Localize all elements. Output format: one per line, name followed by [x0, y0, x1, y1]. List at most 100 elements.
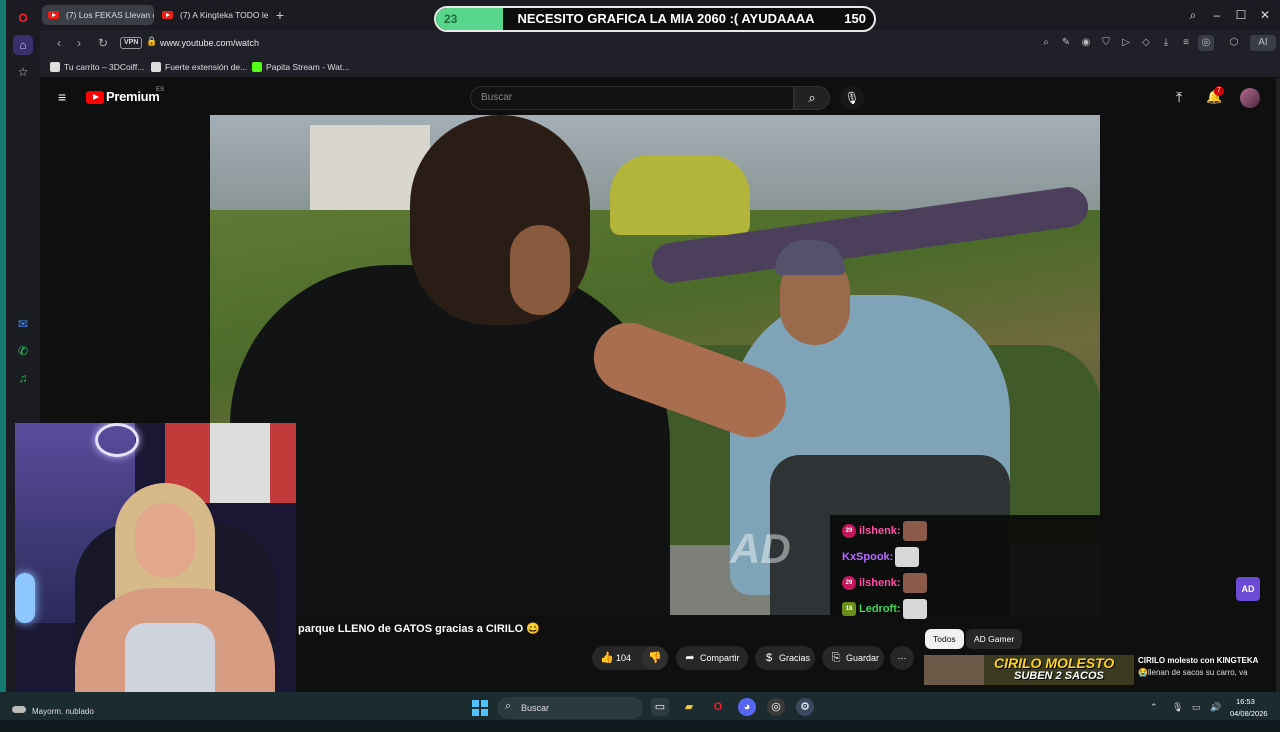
tab-second[interactable]: (7) A Kingteka TODO les s [156, 5, 268, 25]
sub-badge: 29 [842, 576, 856, 591]
chat-username: ilshenk: [859, 525, 901, 537]
star-icon[interactable]: ☆ [13, 62, 33, 82]
address-toolbar: ‹ › ↻ VPN 🔒 www.youtube.com/watch ⌕ ✎ ◉ … [40, 30, 1280, 56]
chat-username: ilshenk: [859, 577, 901, 589]
sub-badge: 29 [842, 524, 856, 539]
file-explorer-icon[interactable]: ▰ [680, 698, 698, 716]
webcam-person-face [135, 503, 195, 578]
new-tab-button[interactable]: + [272, 7, 288, 23]
bookmark-label: Papita Stream - Wat... [266, 62, 350, 72]
download-icon[interactable]: ⤓ [1158, 35, 1174, 51]
edit-icon[interactable]: ✎ [1058, 35, 1074, 51]
video-watermark: AD [730, 525, 791, 572]
volume-icon[interactable]: 🔊 [1210, 702, 1221, 713]
thumbs-up-icon: 👍 [600, 652, 614, 664]
bookmark-item[interactable]: Fuerte extensión de... [151, 59, 247, 75]
extensions-icon[interactable]: ◇ [1138, 35, 1154, 51]
dislike-button[interactable]: 👎 [642, 646, 668, 670]
minimize-button[interactable]: – [1208, 6, 1226, 24]
camera-icon[interactable]: ◉ [1078, 35, 1094, 51]
microphone-icon[interactable]: 🎙 [840, 86, 864, 110]
youtube-favicon-icon [162, 11, 173, 19]
bookmark-favicon-icon [50, 62, 60, 72]
more-icon: ⋯ [897, 653, 907, 663]
cat-emote-icon [902, 599, 927, 620]
tab-title: (7) Los FEKAS Llevan c [66, 10, 154, 20]
ai-button[interactable]: AI [1250, 35, 1276, 51]
task-view-icon[interactable]: ▭ [651, 698, 669, 716]
like-count: 104 [616, 653, 632, 663]
share-button[interactable]: ➦ Compartir [676, 646, 748, 670]
share-label: Compartir [700, 653, 740, 663]
youtube-search-input[interactable]: Buscar [470, 86, 794, 110]
clock-time[interactable]: 16:53 [1236, 697, 1255, 706]
search-page-icon[interactable]: ⌕ [1038, 35, 1054, 51]
spotify-icon[interactable]: ♫ [13, 368, 33, 388]
thanks-button[interactable]: $ Gracias [755, 646, 815, 670]
play-icon[interactable]: ▷ [1118, 35, 1134, 51]
video-person-standing [230, 265, 670, 615]
youtube-logo-icon[interactable] [86, 91, 104, 104]
chip-ad-gamer[interactable]: AD Gamer [966, 629, 1023, 649]
more-actions-button[interactable]: ⋯ [890, 646, 914, 670]
weather-widget[interactable]: Mayorm. nublado [12, 692, 94, 720]
home-icon[interactable]: ⌂ [13, 35, 33, 55]
streamer-webcam [15, 423, 296, 708]
microphone-tray-icon[interactable]: 🎙 [1172, 702, 1183, 713]
webcam-ring-light [15, 573, 35, 623]
opera-logo-icon[interactable]: O [13, 8, 33, 28]
taskbar-search[interactable]: Buscar [497, 697, 643, 719]
whatsapp-icon[interactable]: ✆ [13, 341, 33, 361]
thanks-label: Gracias [779, 653, 811, 663]
goal-target: 150 [844, 11, 866, 26]
youtube-premium-label[interactable]: Premium [106, 89, 160, 104]
bookmark-item[interactable]: Tu carrito – 3DCoiff... [50, 59, 144, 75]
bookmark-item[interactable]: Papita Stream - Wat... [252, 59, 349, 75]
ai-label: AI [1258, 37, 1268, 48]
recommended-subtitle: 😭llenan de sacos su carro, va [1138, 668, 1248, 677]
share-icon: ➦ [685, 652, 695, 664]
forward-button[interactable]: › [70, 34, 88, 52]
back-button[interactable]: ‹ [50, 34, 68, 52]
thumbnail-text-line2: SUBEN 2 SACOS [1014, 670, 1104, 682]
chip-todos[interactable]: Todos [925, 629, 964, 649]
save-button[interactable]: ⎘ Guardar [822, 646, 884, 670]
search-icon: ⌕ [505, 700, 512, 712]
save-label: Guardar [846, 653, 880, 663]
address-bar[interactable]: www.youtube.com/watch [160, 30, 259, 56]
upload-icon[interactable]: ⤒ [1176, 89, 1182, 106]
bookmarks-bar: Tu carrito – 3DCoiff... Fuerte extensión… [40, 56, 1280, 78]
menu-icon[interactable]: ≡ [1178, 35, 1194, 51]
start-button[interactable] [472, 700, 488, 716]
hamburger-menu-icon[interactable]: ≡ [58, 90, 74, 104]
discord-icon[interactable]: ◕ [738, 698, 756, 716]
profile-icon[interactable]: ◎ [1198, 35, 1214, 51]
messenger-icon[interactable]: ✉ [13, 314, 33, 334]
obs-icon[interactable]: ◎ [767, 698, 785, 716]
windows-logo-tile [472, 700, 479, 707]
opera-taskbar-icon[interactable]: O [709, 698, 727, 716]
reload-button[interactable]: ↻ [94, 34, 112, 52]
windows-logo-tile [481, 709, 488, 716]
recommended-title[interactable]: CIRILO molesto con KINGTEKA [1138, 656, 1258, 665]
webcam-flag-white [210, 423, 270, 503]
channel-watermark-icon[interactable]: AD [1236, 577, 1260, 601]
network-icon[interactable]: ▭ [1192, 702, 1201, 713]
close-button[interactable]: ✕ [1256, 6, 1274, 24]
bookmark-label: Tu carrito – 3DCoiff... [64, 62, 145, 72]
region-label: ES [156, 87, 165, 93]
goal-text: NECESITO GRAFICA LA MIA 2060 :( AYUDAAAA [517, 11, 815, 26]
search-icon[interactable]: ⌕ [794, 86, 830, 110]
vpn-badge[interactable]: VPN [120, 37, 143, 49]
recommended-thumbnail[interactable]: CIRILO MOLESTO SUBEN 2 SACOS [924, 655, 1134, 685]
account-avatar[interactable] [1240, 88, 1260, 108]
maximize-button[interactable]: ☐ [1232, 6, 1250, 24]
adblock-icon[interactable]: ⛉ [1098, 35, 1114, 51]
clock-date[interactable]: 04/08/2026 [1230, 709, 1268, 718]
cube-icon[interactable]: ⬡ [1226, 35, 1242, 51]
tab-search-icon[interactable]: ⌕ [1184, 6, 1202, 24]
tray-chevron-icon[interactable]: ⌃ [1150, 702, 1158, 713]
lock-icon[interactable]: 🔒 [146, 36, 157, 47]
settings-gear-icon[interactable]: ⚙ [796, 698, 814, 716]
tab-active[interactable]: (7) Los FEKAS Llevan c [42, 5, 154, 25]
